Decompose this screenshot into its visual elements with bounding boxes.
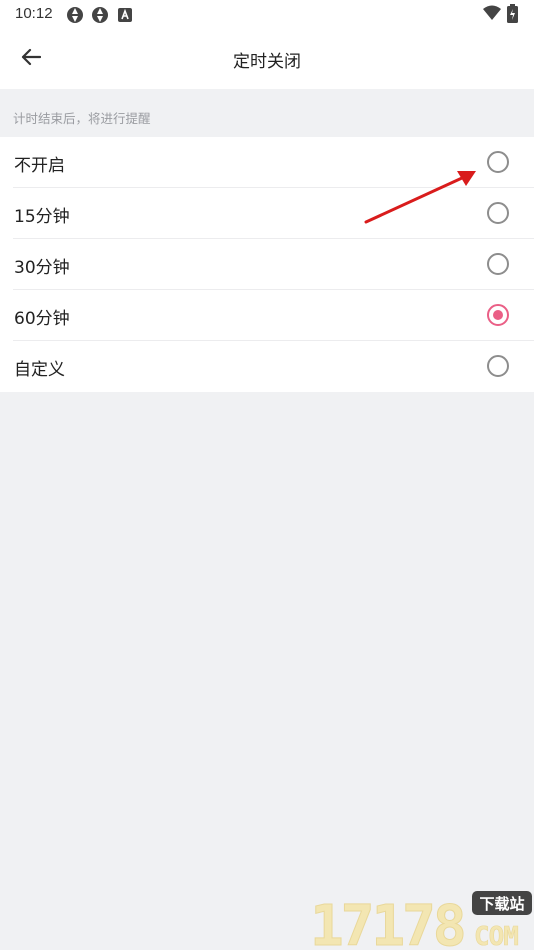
option-custom[interactable]: 自定义 (0, 341, 534, 392)
option-label: 60分钟 (14, 309, 70, 329)
radio-button[interactable] (487, 253, 509, 275)
option-30-minutes[interactable]: 30分钟 (0, 239, 534, 290)
page-title: 定时关闭 (233, 52, 301, 72)
section-hint: 计时结束后，将进行提醒 (13, 111, 151, 126)
radio-button-selected[interactable] (487, 304, 509, 326)
radio-button[interactable] (487, 202, 509, 224)
a-badge-icon (118, 7, 132, 26)
battery-charging-icon (507, 4, 518, 27)
option-label: 15分钟 (14, 207, 70, 227)
option-60-minutes[interactable]: 60分钟 (0, 290, 534, 341)
option-label: 30分钟 (14, 258, 70, 278)
app-notification-icon (66, 6, 84, 28)
status-time: 10:12 (15, 5, 53, 22)
radio-button[interactable] (487, 151, 509, 173)
status-bar: 10:12 (0, 0, 534, 28)
option-off[interactable]: 不开启 (0, 137, 534, 188)
watermark-suffix: COM (474, 922, 518, 950)
timer-options-list: 不开启 15分钟 30分钟 60分钟 自定义 (0, 137, 534, 392)
watermark-badge: 下载站 (479, 895, 524, 913)
wifi-icon (483, 5, 501, 25)
option-label: 自定义 (14, 360, 65, 380)
option-label: 不开启 (14, 156, 65, 176)
option-15-minutes[interactable]: 15分钟 (0, 188, 534, 239)
app-bar: 定时关闭 (0, 28, 534, 89)
watermark-number: 17178 (310, 894, 464, 950)
radio-button[interactable] (487, 355, 509, 377)
app-notification-icon (91, 6, 109, 28)
watermark-logo: 17178 下载站 COM (310, 891, 532, 950)
